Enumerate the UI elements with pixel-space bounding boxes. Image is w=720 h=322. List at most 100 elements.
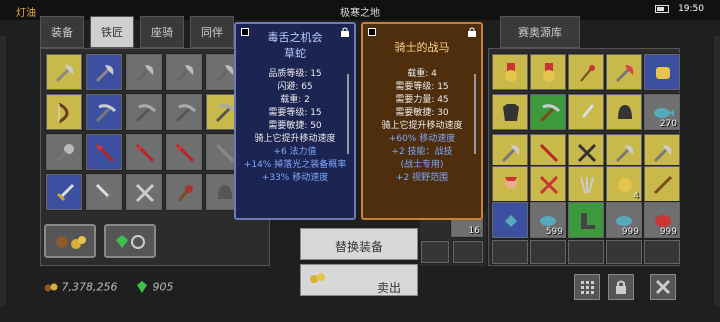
craft-gem-button[interactable] (104, 224, 156, 258)
inventory-slot[interactable] (45, 173, 83, 211)
ore-icon (656, 67, 670, 79)
inventory-slot[interactable] (85, 93, 123, 131)
inventory-slot[interactable] (165, 93, 203, 131)
sell-button[interactable]: 卖出 (300, 264, 418, 296)
axe-icon (95, 65, 114, 83)
lock-icon (616, 280, 626, 294)
helmet-icon (618, 105, 632, 119)
grid-view-button[interactable] (574, 274, 600, 300)
swap-equipment-button[interactable]: 替换装备 (300, 228, 418, 260)
inventory-slot[interactable] (491, 53, 529, 91)
inventory-slot[interactable] (643, 53, 681, 91)
inventory-slot[interactable] (567, 93, 605, 131)
inventory-slot[interactable] (85, 53, 123, 91)
claw-icon (580, 176, 594, 194)
tooltip-bonus: +6 法力值 (273, 147, 317, 157)
inventory-slot[interactable] (85, 173, 123, 211)
inventory-slot[interactable] (165, 53, 203, 91)
inventory-slot[interactable] (165, 173, 203, 211)
crossed-swords-icon (539, 175, 559, 195)
tab-mounts[interactable]: 座骑 (140, 16, 184, 48)
gem-amount: 905 (152, 280, 174, 294)
battery-icon (655, 4, 670, 13)
gem-icon (136, 281, 147, 293)
swap-equipment-label: 替换装备 (334, 240, 383, 254)
tooltip-stat: 载重: 4 (407, 69, 437, 79)
inventory-slot[interactable] (452, 240, 484, 264)
grid-icon (581, 281, 594, 294)
inventory-slot[interactable] (85, 133, 123, 171)
boots-icon (581, 213, 595, 229)
bow-icon (58, 102, 69, 124)
tooltip-stat: 载重: 2 (280, 95, 310, 105)
medal-icon (543, 63, 555, 82)
stack-count: 999 (659, 227, 677, 237)
crossed-swords-icon (577, 143, 597, 163)
tooltip-bonus: +60% 移动速度 (388, 134, 456, 144)
inventory-slot[interactable] (45, 53, 83, 91)
inventory-slot[interactable] (125, 173, 163, 211)
tab-blacksmith[interactable]: 铁匠 (90, 16, 134, 48)
inventory-slot[interactable] (529, 239, 567, 265)
axe-icon (615, 65, 634, 83)
tooltip-stat: 闪避: 65 (277, 82, 313, 92)
inventory-slot[interactable] (567, 201, 605, 239)
inventory-slot[interactable] (529, 93, 567, 131)
inventory-slot[interactable]: 999 (643, 201, 681, 239)
status-right: 19:50 (655, 4, 704, 14)
inventory-slot[interactable] (605, 93, 643, 131)
inventory-slot[interactable] (567, 165, 605, 203)
inventory-slot[interactable] (643, 239, 681, 265)
pickaxe-icon (539, 104, 561, 123)
inventory-slot[interactable] (491, 93, 529, 131)
inventory-slot[interactable] (605, 53, 643, 91)
craft-gold-button[interactable] (44, 224, 96, 258)
inventory-slot[interactable] (529, 165, 567, 203)
pickaxe-icon (135, 104, 157, 123)
tab-vault[interactable]: 赛奥源库 (500, 16, 580, 48)
sell-label: 卖出 (376, 281, 401, 295)
inventory-slot[interactable]: 599 (529, 201, 567, 239)
tab-equipment[interactable]: 装备 (40, 16, 84, 48)
lock-button[interactable] (608, 274, 634, 300)
stack-count: 999 (621, 227, 639, 237)
inventory-slot[interactable] (125, 133, 163, 171)
tooltip-scrollbar[interactable] (474, 74, 476, 154)
inventory-slot[interactable] (125, 93, 163, 131)
inventory-slot[interactable] (491, 165, 529, 203)
crossed-swords-icon (135, 183, 155, 203)
inventory-grid-right: 270 4 599 999 999 (488, 48, 681, 266)
inventory-slot[interactable] (45, 133, 83, 171)
inventory-slot[interactable] (491, 239, 529, 265)
inventory-grid-middle: 16 (420, 214, 486, 266)
armor-icon (503, 104, 519, 121)
close-button[interactable] (650, 274, 676, 300)
inventory-slot[interactable] (529, 53, 567, 91)
inventory-slot[interactable]: 999 (605, 201, 643, 239)
tab-companions[interactable]: 同伴 (190, 16, 234, 48)
inventory-slot[interactable] (125, 53, 163, 91)
stack-count: 599 (545, 227, 563, 237)
inventory-slot[interactable]: 4 (605, 165, 643, 203)
tooltip-scrollbar[interactable] (347, 74, 349, 154)
tooltip-stat: 需要力量: 45 (395, 95, 449, 105)
inventory-slot[interactable] (605, 239, 643, 265)
inventory-slot[interactable]: 270 (643, 93, 681, 131)
inventory-slot[interactable] (567, 53, 605, 91)
tooltip-bonus: +2 技能：战技 (391, 147, 453, 157)
pickaxe-icon (175, 104, 197, 123)
inventory-slot[interactable] (491, 201, 529, 239)
inventory-slot[interactable] (45, 93, 83, 131)
tooltip-stat: 需要敏捷: 50 (268, 121, 322, 131)
tooltip-bonus: +2 视野范围 (395, 173, 449, 183)
medal-icon (505, 63, 517, 82)
gold-amount: 7,378,256 (61, 280, 118, 294)
inventory-slot[interactable] (420, 240, 450, 264)
spear-icon (95, 143, 115, 163)
inventory-slot[interactable] (643, 165, 681, 203)
tooltip-stat: 品质等级: 15 (268, 69, 322, 79)
clock: 19:50 (678, 4, 704, 14)
inventory-slot[interactable] (567, 239, 605, 265)
inventory-slot[interactable] (165, 133, 203, 171)
left-edge-rail (0, 36, 6, 306)
